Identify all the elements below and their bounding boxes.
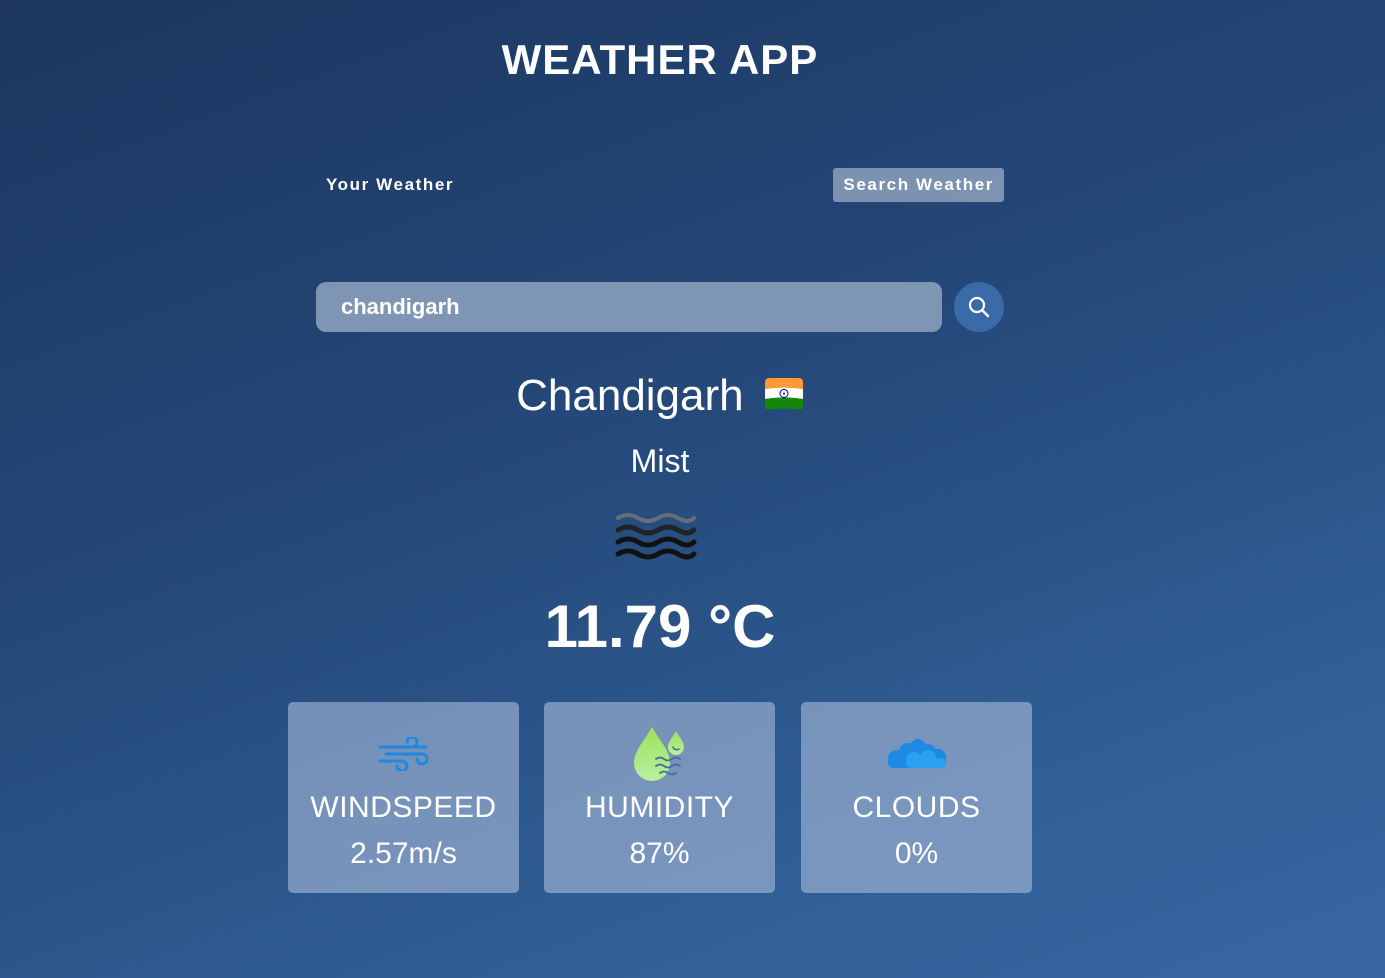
windspeed-value: 2.57m/s xyxy=(350,837,457,870)
stat-card-windspeed: WINDSPEED 2.57m/s xyxy=(288,702,519,893)
city-heading: Chandigarh xyxy=(0,368,1320,424)
humidity-label: HUMIDITY xyxy=(585,791,734,824)
weather-condition: Mist xyxy=(630,443,690,479)
mist-icon xyxy=(615,513,697,560)
wind-icon xyxy=(378,737,428,771)
clouds-label: CLOUDS xyxy=(852,791,981,824)
india-flag-icon xyxy=(764,378,803,411)
tab-search-weather[interactable]: Search Weather xyxy=(833,168,1004,202)
search-button[interactable] xyxy=(954,282,1004,332)
tab-your-weather[interactable]: Your Weather xyxy=(316,168,464,202)
stat-card-clouds: CLOUDS 0% xyxy=(801,702,1032,893)
tab-bar: Your Weather Search Weather xyxy=(316,168,1004,202)
search-icon xyxy=(968,296,990,318)
search-form xyxy=(316,282,1004,332)
city-name: Chandigarh xyxy=(516,371,744,420)
humidity-icon xyxy=(633,727,684,781)
clouds-value: 0% xyxy=(894,837,939,870)
cloud-icon xyxy=(887,739,946,768)
temperature: 11.79 °C xyxy=(544,593,776,660)
stat-card-humidity: HUMIDITY 87% xyxy=(544,702,775,893)
humidity-value: 87% xyxy=(629,837,690,870)
windspeed-label: WINDSPEED xyxy=(310,791,497,824)
app-title: WEATHER APP xyxy=(501,36,819,83)
city-search-input[interactable] xyxy=(316,282,942,332)
